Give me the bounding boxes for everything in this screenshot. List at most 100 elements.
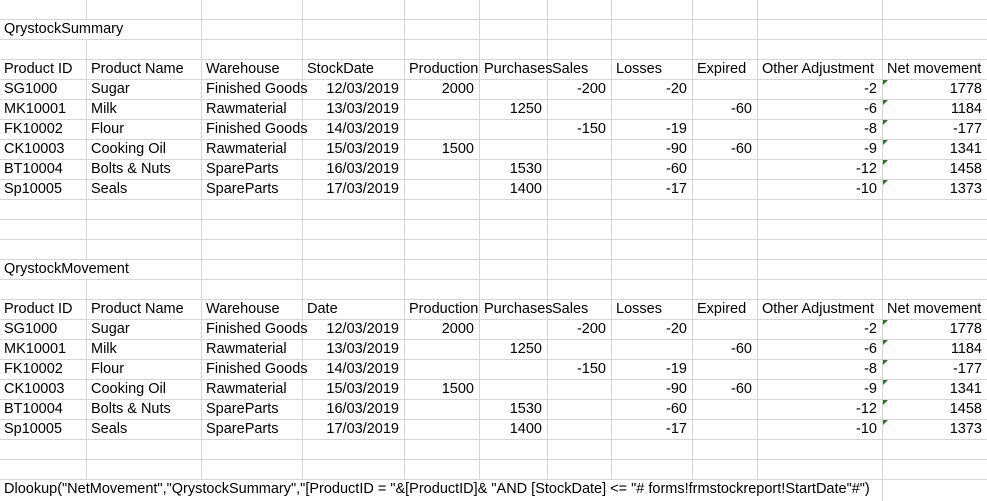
empty-cell[interactable] (303, 280, 405, 300)
table-cell[interactable]: -6 (758, 100, 883, 120)
table-cell[interactable]: 17/03/2019 (303, 180, 405, 200)
table-title-qrystockmovement[interactable]: QrystockMovement (0, 260, 202, 280)
empty-cell[interactable] (405, 240, 480, 260)
table-cell[interactable]: -60 (693, 340, 758, 360)
table-cell[interactable]: -90 (612, 380, 693, 400)
table-cell[interactable]: Bolts & Nuts (87, 400, 202, 420)
column-header-date[interactable]: Date (303, 300, 405, 320)
cell-net-movement[interactable]: 1341 (883, 380, 987, 400)
empty-cell[interactable] (693, 280, 758, 300)
table-cell[interactable]: -2 (758, 80, 883, 100)
empty-cell[interactable] (0, 40, 87, 60)
table-cell[interactable] (405, 160, 480, 180)
table-cell[interactable]: Sp10005 (0, 180, 87, 200)
table-cell[interactable]: -90 (612, 140, 693, 160)
table-cell[interactable]: CK10003 (0, 140, 87, 160)
table-cell[interactable]: SpareParts (202, 180, 303, 200)
cell-net-movement[interactable]: 1184 (883, 340, 987, 360)
empty-cell[interactable] (612, 240, 693, 260)
table-cell[interactable]: 13/03/2019 (303, 340, 405, 360)
empty-cell[interactable] (202, 20, 303, 40)
table-cell[interactable] (693, 120, 758, 140)
empty-cell[interactable] (883, 40, 987, 60)
empty-cell[interactable] (548, 220, 612, 240)
table-cell[interactable]: 16/03/2019 (303, 160, 405, 180)
empty-cell[interactable] (303, 220, 405, 240)
empty-cell[interactable] (405, 40, 480, 60)
table-cell[interactable] (693, 180, 758, 200)
cell-net-movement[interactable]: 1458 (883, 160, 987, 180)
empty-cell[interactable] (87, 0, 202, 20)
table-cell[interactable] (480, 140, 548, 160)
empty-cell[interactable] (693, 20, 758, 40)
column-header-stockdate[interactable]: StockDate (303, 60, 405, 80)
table-cell[interactable]: -19 (612, 360, 693, 380)
column-header-other-adjustment[interactable]: Other Adjustment (758, 300, 883, 320)
table-cell[interactable]: -2 (758, 320, 883, 340)
empty-cell[interactable] (480, 460, 548, 480)
table-cell[interactable] (405, 100, 480, 120)
empty-cell[interactable] (202, 440, 303, 460)
column-header-sales[interactable]: Sales (548, 60, 612, 80)
empty-cell[interactable] (87, 220, 202, 240)
table-cell[interactable]: CK10003 (0, 380, 87, 400)
table-cell[interactable] (548, 100, 612, 120)
empty-cell[interactable] (758, 260, 883, 280)
empty-cell[interactable] (87, 40, 202, 60)
table-cell[interactable] (612, 340, 693, 360)
empty-cell[interactable] (480, 200, 548, 220)
table-cell[interactable]: -200 (548, 320, 612, 340)
table-cell[interactable]: -20 (612, 80, 693, 100)
empty-cell[interactable] (202, 200, 303, 220)
empty-cell[interactable] (883, 480, 987, 501)
table-cell[interactable]: Sp10005 (0, 420, 87, 440)
empty-cell[interactable] (612, 440, 693, 460)
table-cell[interactable] (480, 80, 548, 100)
empty-cell[interactable] (303, 460, 405, 480)
table-cell[interactable] (693, 360, 758, 380)
empty-cell[interactable] (883, 20, 987, 40)
table-cell[interactable]: -20 (612, 320, 693, 340)
empty-cell[interactable] (480, 260, 548, 280)
column-header-net-movement[interactable]: Net movement (883, 60, 987, 80)
table-cell[interactable]: -17 (612, 180, 693, 200)
empty-cell[interactable] (693, 260, 758, 280)
empty-cell[interactable] (758, 220, 883, 240)
empty-cell[interactable] (87, 240, 202, 260)
table-cell[interactable]: 2000 (405, 80, 480, 100)
column-header-product-id[interactable]: Product ID (0, 300, 87, 320)
cell-net-movement[interactable]: 1778 (883, 80, 987, 100)
table-cell[interactable]: Rawmaterial (202, 380, 303, 400)
empty-cell[interactable] (87, 440, 202, 460)
table-cell[interactable]: Finished Goods (202, 80, 308, 100)
empty-cell[interactable] (0, 280, 87, 300)
table-cell[interactable]: SpareParts (202, 420, 303, 440)
empty-cell[interactable] (758, 240, 883, 260)
table-cell[interactable]: -17 (612, 420, 693, 440)
table-cell[interactable] (693, 160, 758, 180)
table-cell[interactable]: 1500 (405, 380, 480, 400)
table-cell[interactable] (548, 400, 612, 420)
column-header-product-name[interactable]: Product Name (87, 300, 202, 320)
table-cell[interactable]: 1530 (480, 400, 548, 420)
table-cell[interactable]: Cooking Oil (87, 380, 202, 400)
table-cell[interactable]: MK10001 (0, 100, 87, 120)
empty-cell[interactable] (758, 20, 883, 40)
table-cell[interactable]: -10 (758, 420, 883, 440)
table-cell[interactable]: Bolts & Nuts (87, 160, 202, 180)
table-cell[interactable] (548, 420, 612, 440)
empty-cell[interactable] (303, 0, 405, 20)
empty-cell[interactable] (303, 40, 405, 60)
column-header-purchases[interactable]: Purchases (480, 300, 553, 320)
empty-cell[interactable] (87, 280, 202, 300)
empty-cell[interactable] (883, 440, 987, 460)
table-cell[interactable]: 1500 (405, 140, 480, 160)
table-cell[interactable]: FK10002 (0, 360, 87, 380)
table-cell[interactable]: Rawmaterial (202, 140, 303, 160)
empty-cell[interactable] (405, 440, 480, 460)
table-cell[interactable]: Cooking Oil (87, 140, 202, 160)
table-cell[interactable] (480, 120, 548, 140)
empty-cell[interactable] (202, 260, 303, 280)
empty-cell[interactable] (405, 200, 480, 220)
empty-cell[interactable] (303, 440, 405, 460)
